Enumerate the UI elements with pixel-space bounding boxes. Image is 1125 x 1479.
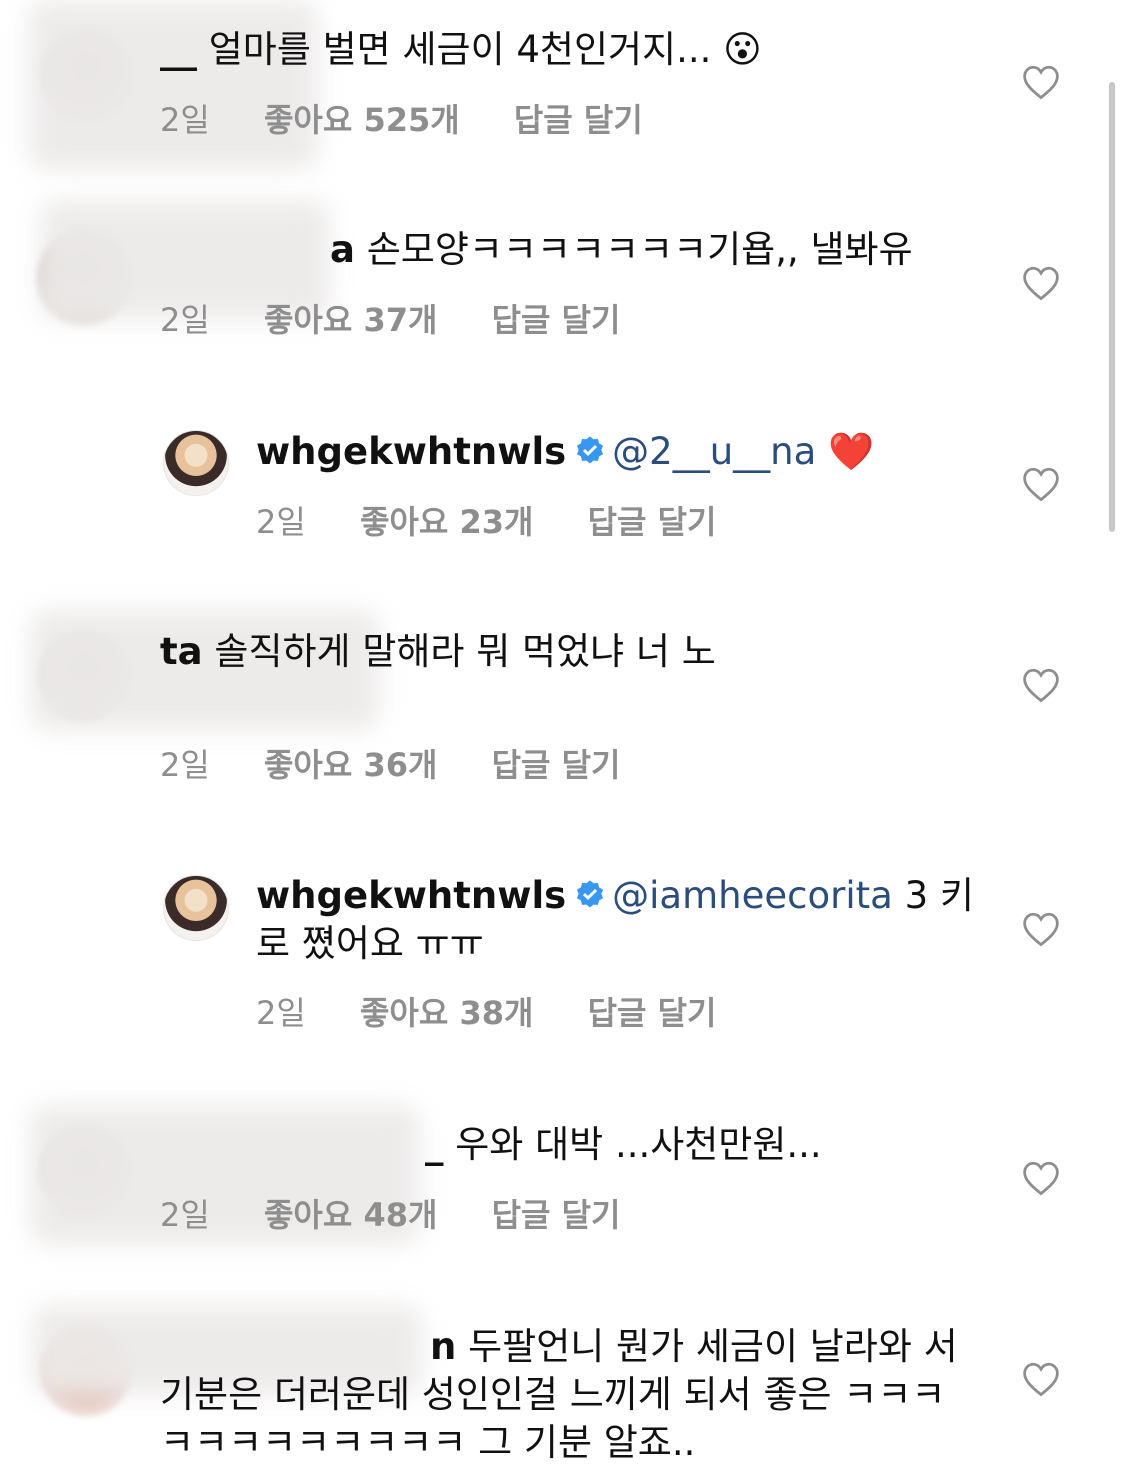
comment-body: 손모양ㅋㅋㅋㅋㅋㅋㅋ기욥,, 낼봐유 — [366, 228, 913, 271]
reply-button[interactable]: 답글 달기 — [492, 300, 621, 340]
comment-item: ta 솔직하게 말해라 뭐 먹었냐 너 노 2일 좋아요 36개 답글 달기 — [0, 600, 1125, 820]
heart-outline-icon[interactable] — [1021, 1160, 1061, 1196]
emoji: 😮 — [723, 28, 762, 71]
comment-time: 2일 — [160, 1196, 210, 1234]
avatar[interactable] — [163, 875, 229, 941]
likes-count[interactable]: 좋아요 38개 — [360, 993, 533, 1033]
comment-meta: 2일 좋아요 525개 답글 달기 — [160, 100, 687, 140]
likes-count[interactable]: 좋아요 37개 — [264, 300, 437, 340]
comment-username[interactable]: _ — [425, 1123, 444, 1166]
avatar[interactable] — [163, 430, 229, 496]
comment-item: a 손모양ㅋㅋㅋㅋㅋㅋㅋ기욥,, 낼봐유 2일 좋아요 37개 답글 달기 — [0, 200, 1125, 380]
comment-meta: 2일 좋아요 38개 답글 달기 — [256, 993, 761, 1033]
comment-text: whgekwhtnwls @iamheecorita 3 키로 쪘어요 ㅠㅠ — [256, 872, 976, 968]
likes-count[interactable]: 좋아요 36개 — [264, 745, 437, 785]
comment-time: 2일 — [256, 503, 306, 541]
comment-body: 우와 대박 ...사천만원... — [455, 1123, 822, 1166]
comment-meta: 2일 좋아요 36개 답글 달기 — [160, 745, 665, 785]
comment-username[interactable]: __ — [160, 28, 197, 71]
comment-time: 2일 — [160, 101, 210, 139]
comment-item: n 두팔언니 뭔가 세금이 날라와 서 기분은 더러운데 성인인걸 느끼게 되서… — [0, 1295, 1125, 1479]
comment-text: n 두팔언니 뭔가 세금이 날라와 서 기분은 더러운데 성인인걸 느끼게 되서… — [160, 1323, 960, 1467]
heart-outline-icon[interactable] — [1021, 64, 1061, 100]
reply-comment-item: whgekwhtnwls @iamheecorita 3 키로 쪘어요 ㅠㅠ 2일… — [0, 845, 1125, 1065]
reply-button[interactable]: 답글 달기 — [588, 993, 717, 1033]
comment-text: __ 얼마를 벌면 세금이 4천인거지... 😮 — [160, 26, 1000, 74]
heart-outline-icon[interactable] — [1021, 1361, 1061, 1397]
heart-outline-icon[interactable] — [1021, 265, 1061, 301]
comment-username[interactable]: ta — [160, 630, 203, 673]
heart-outline-icon[interactable] — [1021, 667, 1061, 703]
mention-link[interactable]: @2__u__na — [612, 430, 816, 473]
heart-outline-icon[interactable] — [1021, 911, 1061, 947]
heart-outline-icon[interactable] — [1021, 466, 1061, 502]
comment-username[interactable]: whgekwhtnwls — [256, 874, 566, 917]
comment-body: 얼마를 벌면 세금이 4천인거지... — [208, 28, 712, 71]
comment-username[interactable]: n — [160, 1325, 456, 1368]
comment-text: _ 우와 대박 ...사천만원... — [425, 1121, 1025, 1169]
comment-text: ta 솔직하게 말해라 뭐 먹었냐 너 노 — [160, 628, 960, 676]
comment-meta: 2일 좋아요 48개 답글 달기 — [160, 1195, 665, 1235]
likes-count[interactable]: 좋아요 23개 — [360, 502, 533, 542]
comment-text: whgekwhtnwls @2__u__na ❤️ — [256, 428, 1016, 476]
comment-body: 솔직하게 말해라 뭐 먹었냐 너 노 — [214, 630, 716, 673]
reply-comment-item: whgekwhtnwls @2__u__na ❤️ 2일 좋아요 23개 답글 달… — [0, 400, 1125, 580]
reply-button[interactable]: 답글 달기 — [492, 1195, 621, 1235]
comment-time: 2일 — [160, 746, 210, 784]
comment-time: 2일 — [160, 301, 210, 339]
comment-item: __ 얼마를 벌면 세금이 4천인거지... 😮 2일 좋아요 525개 답글 … — [0, 0, 1125, 180]
comment-username[interactable]: whgekwhtnwls — [256, 430, 566, 473]
emoji: ❤️ — [828, 430, 875, 473]
verified-badge-icon — [577, 880, 604, 908]
comment-time: 2일 — [256, 994, 306, 1032]
comment-meta: 2일 좋아요 23개 답글 달기 — [256, 502, 761, 542]
verified-badge-icon — [577, 436, 604, 464]
reply-button[interactable]: 답글 달기 — [588, 502, 717, 542]
comment-item: _ 우와 대박 ...사천만원... 2일 좋아요 48개 답글 달기 — [0, 1095, 1125, 1275]
reply-button[interactable]: 답글 달기 — [514, 100, 643, 140]
reply-button[interactable]: 답글 달기 — [492, 745, 621, 785]
scrollbar[interactable] — [1109, 82, 1115, 532]
likes-count[interactable]: 좋아요 525개 — [264, 100, 460, 140]
comment-text: a 손모양ㅋㅋㅋㅋㅋㅋㅋ기욥,, 낼봐유 — [330, 226, 1030, 274]
mention-link[interactable]: @iamheecorita — [612, 874, 893, 917]
likes-count[interactable]: 좋아요 48개 — [264, 1195, 437, 1235]
comment-username[interactable]: a — [330, 228, 355, 271]
comment-meta: 2일 좋아요 37개 답글 달기 — [160, 300, 665, 340]
